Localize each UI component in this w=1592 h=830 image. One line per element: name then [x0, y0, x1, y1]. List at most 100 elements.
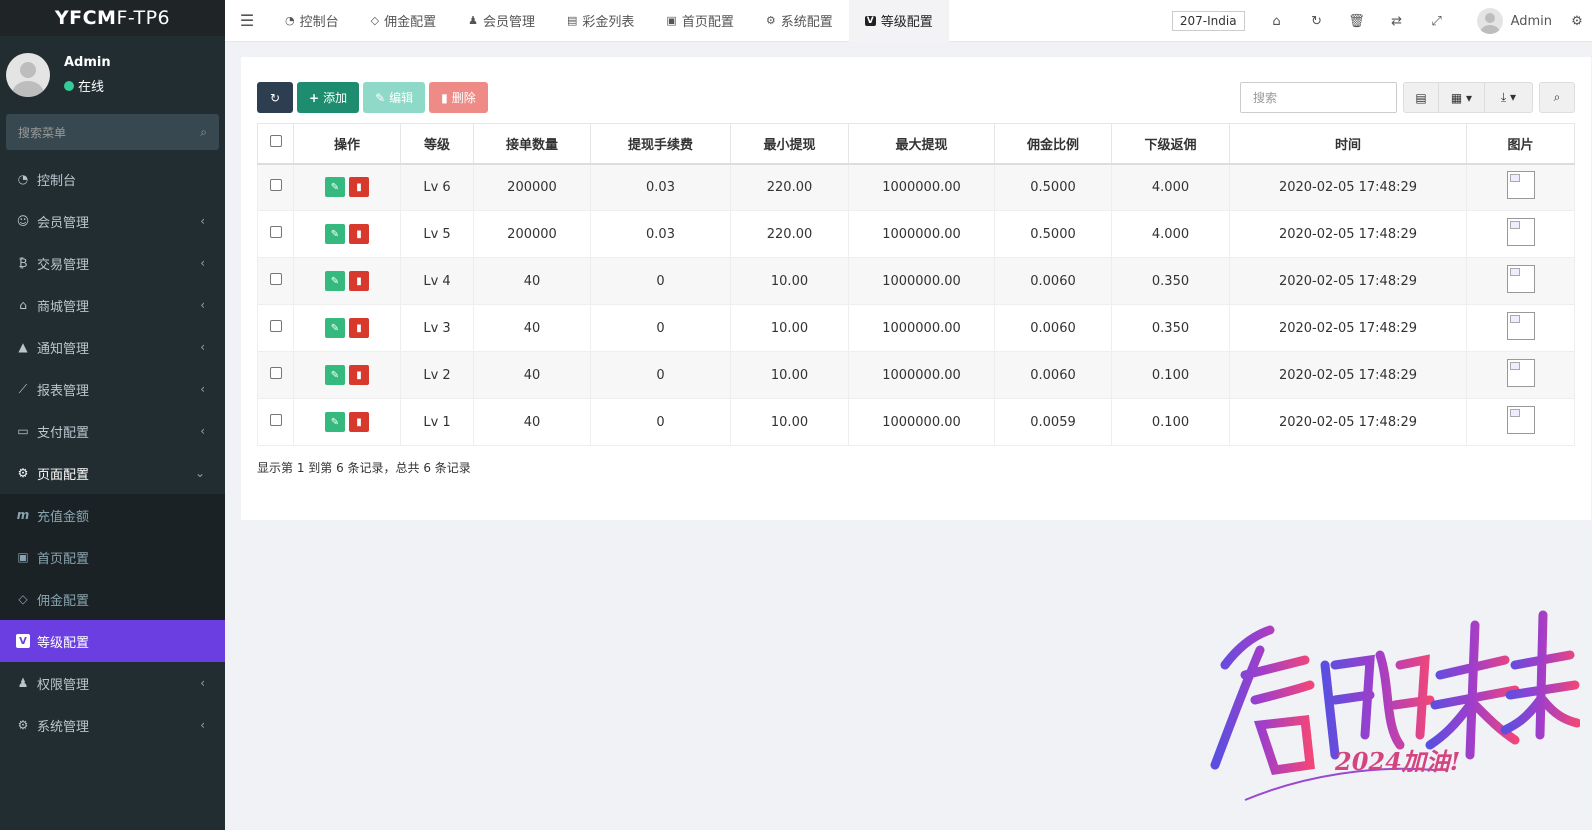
translate-icon[interactable]: ⇄: [1377, 14, 1417, 29]
sidebar-item-notifications[interactable]: ▲ 通知管理 ‹: [0, 326, 225, 368]
sidebar-item-label: 等级配置: [37, 635, 90, 651]
delete-button[interactable]: ▮ 删除: [429, 82, 488, 113]
fullscreen-icon[interactable]: ⤢: [1417, 14, 1457, 29]
sidebar-item-recharge-amount[interactable]: m 充值金额: [0, 494, 225, 536]
row-checkbox[interactable]: [269, 367, 282, 379]
edit-row-button[interactable]: ✎: [325, 365, 345, 385]
edit-row-button[interactable]: ✎: [325, 271, 345, 291]
table-cell: 4.000: [1111, 163, 1230, 211]
broken-image-icon[interactable]: [1506, 406, 1535, 434]
table-cell: 40: [473, 304, 591, 352]
sidebar-item-payment[interactable]: ▭ 支付配置 ‹: [0, 410, 225, 452]
edit-row-button[interactable]: ✎: [325, 224, 345, 244]
tab-members[interactable]: ♟ 会员管理: [452, 0, 551, 42]
sidebar-item-permissions[interactable]: ♟ 权限管理 ‹: [0, 662, 225, 704]
row-checkbox[interactable]: [269, 179, 282, 192]
refresh-button[interactable]: ↻: [257, 82, 293, 113]
sidebar-item-commission-config[interactable]: ◇ 佣金配置: [0, 578, 225, 620]
sidebar-item-label: 商城管理: [37, 299, 90, 315]
export-button[interactable]: ⤓ ▾: [1485, 82, 1533, 113]
column-header[interactable]: 最小提现: [730, 123, 849, 165]
sidebar-item-home-config[interactable]: ▣ 首页配置: [0, 536, 225, 578]
brand-logo[interactable]: YFCM F-TP6: [0, 0, 225, 36]
top-navbar: ☰ ◔ 控制台 ◇ 佣金配置 ♟ 会员管理 ▤ 彩金列表 ▣ 首页配置 ⚙ 系统配置 V 等级…: [225, 0, 1592, 42]
user-circle-icon: ☺: [16, 214, 30, 228]
select-all-checkbox[interactable]: [269, 135, 282, 148]
table-search-input[interactable]: 搜索: [1240, 82, 1397, 113]
edit-button[interactable]: ✎ 编辑: [363, 82, 426, 113]
table-cell: Lv 6: [400, 163, 474, 211]
grid-icon: ▦ ▾: [1450, 90, 1473, 105]
m-icon: m: [16, 508, 30, 522]
tab-system-config[interactable]: ⚙ 系统配置: [750, 0, 849, 42]
broken-image-icon[interactable]: [1506, 171, 1535, 200]
row-select-cell: [257, 257, 294, 305]
column-header[interactable]: 等级: [400, 123, 474, 165]
sidebar-item-system[interactable]: ⚙ 系统管理 ‹: [0, 704, 225, 746]
delete-row-button[interactable]: ▮: [349, 318, 369, 338]
language-select[interactable]: 207-India: [1171, 11, 1245, 31]
table-cell: 0.5000: [994, 210, 1112, 258]
row-checkbox[interactable]: [269, 320, 282, 332]
sidebar-item-trading[interactable]: ₿ 交易管理 ‹: [0, 242, 225, 284]
row-checkbox[interactable]: [269, 414, 282, 426]
delete-row-button[interactable]: ▮: [349, 412, 369, 432]
home-icon: ⌂: [19, 298, 27, 312]
sidebar-item-label: 佣金配置: [37, 593, 90, 609]
broken-image-icon[interactable]: [1506, 359, 1535, 387]
sidebar-item-page-config[interactable]: ⚙ 页面配置 ⌄: [0, 452, 225, 494]
delete-row-button[interactable]: ▮: [349, 177, 369, 198]
top-user-menu[interactable]: Admin: [1476, 8, 1552, 34]
table-cell: 0: [590, 398, 731, 446]
column-header[interactable]: 下级返佣: [1111, 123, 1230, 165]
refresh-icon[interactable]: ↻: [1297, 14, 1337, 29]
column-header[interactable]: 佣金比例: [994, 123, 1112, 165]
edit-row-button[interactable]: ✎: [325, 177, 345, 198]
advanced-search-button[interactable]: ⌕: [1539, 82, 1575, 113]
hamburger-menu-icon[interactable]: ☰: [225, 0, 269, 42]
edit-row-button[interactable]: ✎: [325, 318, 345, 338]
tab-bonus-list[interactable]: ▤ 彩金列表: [551, 0, 650, 42]
tab-level-config[interactable]: V 等级配置: [848, 0, 949, 42]
column-header[interactable]: 最大提现: [848, 123, 995, 165]
sidebar-item-members[interactable]: ☺ 会员管理 ‹: [0, 200, 225, 242]
tab-home-config[interactable]: ▣ 首页配置: [650, 0, 749, 42]
sidebar-item-dashboard[interactable]: ◔ 控制台: [0, 158, 225, 200]
chevron-left-icon: ‹: [200, 382, 205, 396]
sidebar-search-input[interactable]: 搜索菜单 ⌕: [6, 114, 219, 150]
column-header[interactable]: 时间: [1229, 123, 1467, 165]
table-cell: 1000000.00: [848, 210, 995, 258]
sidebar-menu: ◔ 控制台 ☺ 会员管理 ‹ ₿ 交易管理 ‹ ⌂ 商城管理 ‹ ▲ 通知管理 ‹ ⟋ 报表管理 ‹ …: [0, 158, 225, 494]
row-checkbox[interactable]: [269, 226, 282, 238]
delete-row-button[interactable]: ▮: [349, 224, 369, 244]
columns-button[interactable]: ▦ ▾: [1439, 82, 1485, 113]
trash-icon[interactable]: 🗑: [1337, 14, 1377, 29]
credit-card-icon: ▭: [17, 424, 29, 438]
image-cell: [1466, 351, 1575, 399]
row-checkbox[interactable]: [269, 273, 282, 285]
add-button[interactable]: + 添加: [297, 82, 360, 113]
home-icon[interactable]: ⌂: [1257, 14, 1297, 29]
column-header[interactable]: 提现手续费: [590, 123, 731, 165]
broken-image-icon[interactable]: [1506, 312, 1535, 340]
table-cell: 2020-02-05 17:48:29: [1229, 304, 1467, 352]
sidebar-item-mall[interactable]: ⌂ 商城管理 ‹: [0, 284, 225, 326]
sidebar-item-reports[interactable]: ⟋ 报表管理 ‹: [0, 368, 225, 410]
tab-commission-config[interactable]: ◇ 佣金配置: [355, 0, 452, 42]
sidebar-item-level-config[interactable]: V 等级配置: [0, 620, 225, 662]
tab-dashboard[interactable]: ◔ 控制台: [269, 0, 355, 42]
broken-image-icon[interactable]: [1506, 265, 1535, 293]
toggle-view-button[interactable]: ▤: [1403, 82, 1439, 113]
sidebar-search-placeholder: 搜索菜单: [18, 125, 67, 140]
table-cell: 1000000.00: [848, 398, 995, 446]
image-cell: [1466, 210, 1575, 258]
delete-row-button[interactable]: ▮: [349, 271, 369, 291]
broken-image-icon[interactable]: [1506, 218, 1535, 246]
settings-gear-icon[interactable]: ⚙: [1562, 14, 1592, 29]
edit-row-button[interactable]: ✎: [325, 412, 345, 432]
watermark-logo: 2024加油!: [1210, 610, 1580, 801]
tab-label: 佣金配置: [384, 15, 437, 30]
column-header[interactable]: 接单数量: [473, 123, 591, 165]
tab-label: 首页配置: [681, 15, 734, 30]
delete-row-button[interactable]: ▮: [349, 365, 369, 385]
